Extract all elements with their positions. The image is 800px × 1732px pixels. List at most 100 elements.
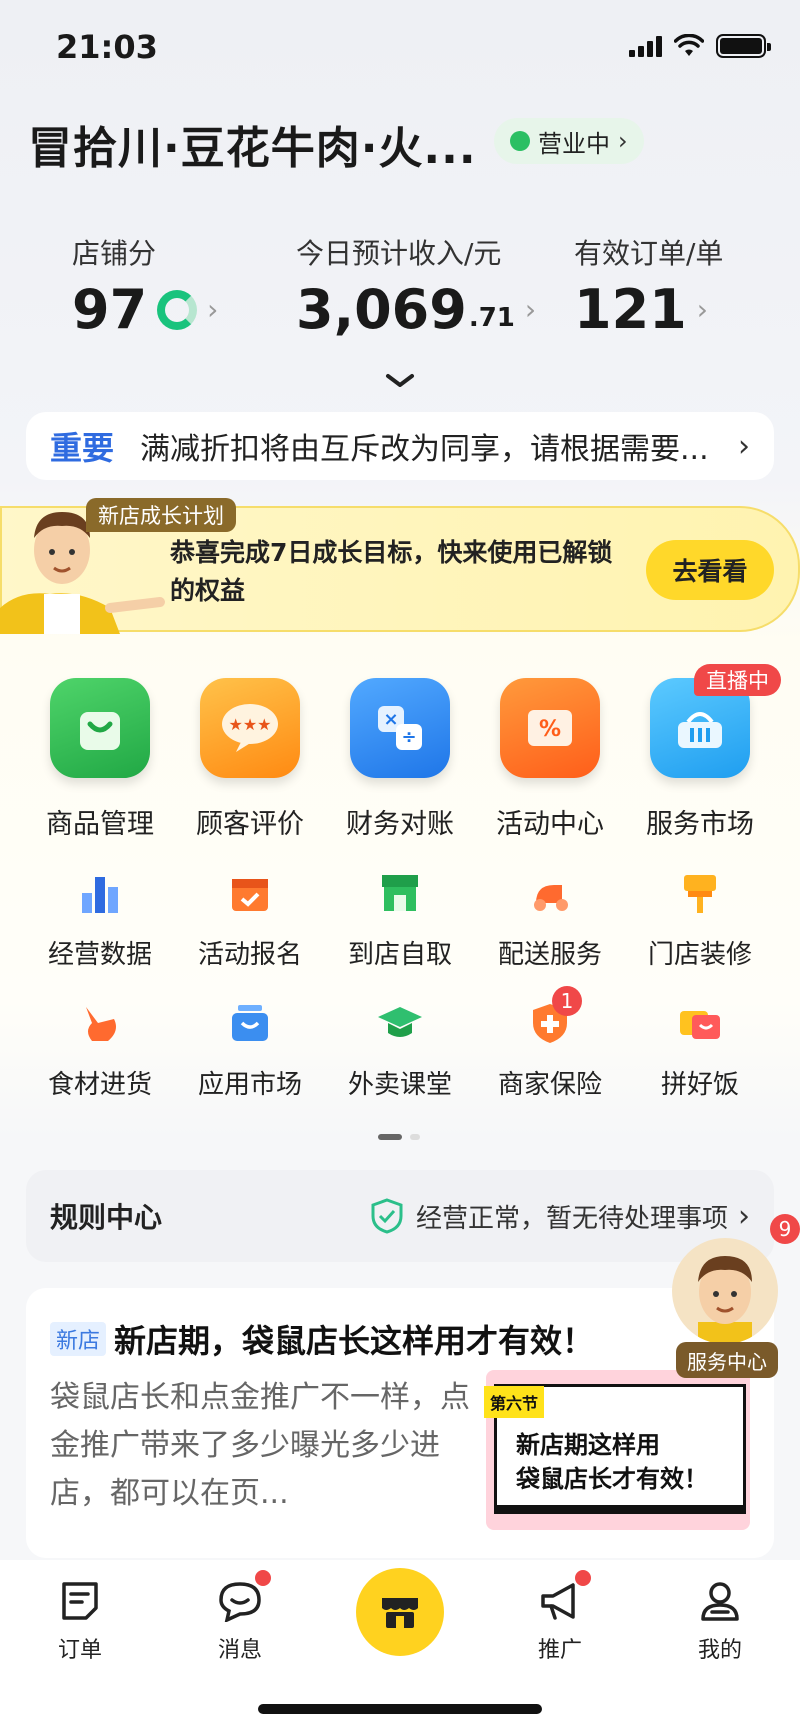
- tool-label: 门店装修: [647, 940, 752, 970]
- expand-chevron-down-icon[interactable]: [384, 370, 416, 390]
- score-ring-icon: [157, 289, 198, 330]
- tool-label: 食材进货: [47, 1070, 152, 1100]
- rules-status: 经营正常，暂无待处理事项: [415, 1203, 728, 1234]
- store-name[interactable]: 冒拾川·豆花牛肉·火...: [28, 112, 477, 176]
- tool-activity-center[interactable]: % 活动中心: [480, 678, 620, 841]
- calculator-icon: × ÷: [350, 678, 450, 778]
- tool-label: 到店自取: [347, 940, 452, 970]
- tool-business-data[interactable]: 经营数据: [25, 868, 175, 971]
- rules-title: 规则中心: [50, 1201, 163, 1234]
- tool-label: 经营数据: [47, 940, 152, 970]
- kangaroo-icon: [75, 998, 125, 1048]
- page-indicator: [378, 1134, 420, 1140]
- go-see-button[interactable]: 去看看: [646, 540, 774, 600]
- article-tag: 新店: [50, 1322, 107, 1356]
- tool-label: 顾客评价: [196, 809, 304, 840]
- tab-label: 订单: [57, 1638, 102, 1663]
- tool-finance-reconciliation[interactable]: × ÷ 财务对账: [330, 678, 470, 841]
- notice-text: 满减折扣将由互斥改为同享，请根据需要...: [140, 432, 709, 467]
- tool-customer-review[interactable]: ★★★ 顾客评价: [180, 678, 320, 841]
- tab-label: 消息: [217, 1638, 262, 1663]
- rules-center[interactable]: 规则中心 经营正常，暂无待处理事项 ›: [26, 1170, 774, 1262]
- megaphone-icon: [535, 1570, 591, 1626]
- store-center-icon: [382, 1598, 418, 1628]
- tool-pin-hao-fan[interactable]: 拼好饭: [625, 998, 775, 1101]
- tool-takeout-classroom[interactable]: 外卖课堂: [325, 998, 475, 1101]
- tool-merchant-insurance[interactable]: 商家保险: [475, 998, 625, 1101]
- paint-brush-icon: [675, 868, 725, 918]
- tool-label: 外卖课堂: [347, 1070, 452, 1100]
- metric-value: 3,069: [296, 278, 467, 341]
- tool-label: 配送服务: [497, 940, 602, 970]
- tool-pickup[interactable]: 到店自取: [325, 868, 475, 971]
- unread-dot: [255, 1570, 271, 1586]
- growth-plan-tag: 新店成长计划: [86, 498, 236, 532]
- important-notice[interactable]: 重要 满减折扣将由互斥改为同享，请根据需要... ›: [26, 412, 774, 480]
- tool-label: 应用市场: [197, 1070, 302, 1100]
- tool-label: 商品管理: [46, 809, 154, 840]
- chevron-right-icon: ›: [696, 293, 708, 326]
- tool-activity-signup[interactable]: 活动报名: [175, 868, 325, 971]
- home-indicator: [258, 1704, 542, 1714]
- service-center-avatar[interactable]: [672, 1238, 778, 1344]
- metric-value: 97: [72, 278, 148, 341]
- metric-orders[interactable]: 有效订单/单 121 ›: [574, 232, 723, 341]
- store-status-pill[interactable]: 营业中 ›: [494, 118, 644, 164]
- growth-plan-text: 恭喜完成7日成长目标，快来使用已解锁的权益: [170, 538, 613, 605]
- article-body: 袋鼠店长和点金推广不一样，点金推广带来了多少曝光多少进店，都可以在页...: [50, 1380, 470, 1511]
- order-icon: [55, 1576, 105, 1626]
- coupon-icon: %: [500, 678, 600, 778]
- tool-label: 财务对账: [346, 809, 454, 840]
- service-center-label[interactable]: 服务中心: [676, 1342, 778, 1378]
- chevron-right-icon: ›: [207, 293, 219, 326]
- chevron-right-icon: ›: [618, 127, 628, 155]
- battery-icon: [716, 34, 771, 58]
- lunchbox-icon: [675, 998, 725, 1048]
- open-status-dot: [510, 131, 530, 151]
- notice-tag: 重要: [50, 429, 115, 467]
- wifi-icon: [674, 34, 704, 56]
- tool-product-management[interactable]: 商品管理: [30, 678, 170, 841]
- storefront-icon: [375, 868, 425, 918]
- tool-app-market[interactable]: 应用市场: [175, 998, 325, 1101]
- tool-store-decoration[interactable]: 门店装修: [625, 868, 775, 971]
- store-status-label: 营业中: [538, 129, 610, 158]
- metric-label: 店铺分: [72, 237, 157, 270]
- tool-service-market[interactable]: 服务市场: [630, 678, 770, 841]
- tab-orders[interactable]: 订单: [20, 1576, 140, 1664]
- chevron-right-icon: ›: [524, 293, 537, 326]
- svg-text:★★★: ★★★: [228, 715, 271, 734]
- graduation-cap-icon: [375, 998, 425, 1048]
- chevron-right-icon: ›: [738, 1198, 750, 1234]
- svg-text:÷: ÷: [401, 727, 416, 748]
- cellular-signal-icon: [629, 35, 662, 57]
- tool-label: 活动中心: [496, 809, 604, 840]
- metric-income[interactable]: 今日预计收入/元 3,069 .71 ›: [296, 232, 536, 341]
- scooter-icon: [525, 868, 575, 918]
- profile-icon: [695, 1576, 745, 1626]
- metric-label: 有效订单/单: [574, 237, 724, 270]
- tool-ingredient-purchase[interactable]: 食材进货: [25, 998, 175, 1101]
- status-time: 21:03: [56, 28, 158, 66]
- tool-delivery-service[interactable]: 配送服务: [475, 868, 625, 971]
- store-center-button[interactable]: [356, 1568, 444, 1656]
- metric-value: 121: [574, 278, 687, 341]
- review-bubble-icon: ★★★: [200, 678, 300, 778]
- insurance-badge: 1: [552, 986, 582, 1016]
- service-agent-avatar-icon: [698, 1256, 752, 1344]
- metric-store-score[interactable]: 店铺分 97 ›: [72, 232, 218, 341]
- service-center-badge: 9: [770, 1214, 800, 1244]
- shield-check-icon: [371, 1198, 403, 1234]
- article-title: 新店期，袋鼠店长这样用才有效！: [114, 1322, 595, 1360]
- status-icons: [629, 34, 771, 58]
- tab-mine[interactable]: 我的: [660, 1576, 780, 1664]
- thumbnail-text: 新店期这样用 袋鼠店长才有效！: [516, 1431, 708, 1493]
- tab-messages[interactable]: 消息: [180, 1570, 300, 1664]
- tab-promotion[interactable]: 推广: [500, 1570, 620, 1664]
- bar-chart-icon: [75, 868, 125, 918]
- shopping-bag-icon: [50, 678, 150, 778]
- tool-label: 商家保险: [497, 1070, 602, 1100]
- tool-label: 拼好饭: [660, 1070, 739, 1100]
- tab-label: 我的: [697, 1638, 742, 1663]
- thumbnail-tag: 第六节: [484, 1386, 545, 1418]
